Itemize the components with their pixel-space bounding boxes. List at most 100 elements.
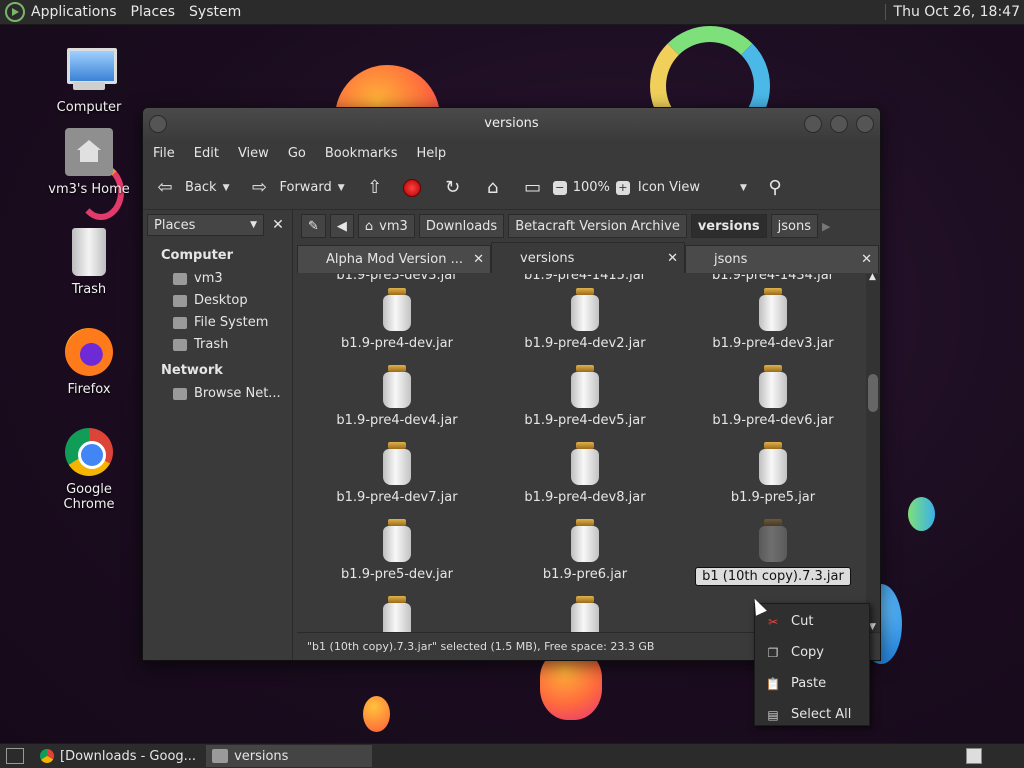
file-item[interactable]: b1.9-pre5.jar — [683, 442, 863, 505]
path-segment-versions[interactable]: versions — [690, 214, 767, 238]
search-icon[interactable]: ⚲ — [763, 176, 787, 200]
file-item[interactable]: b1.9-pre5-dev.jar — [307, 519, 487, 582]
sidebar-item-label: File System — [194, 315, 269, 330]
file-item[interactable]: b1.9-pre4-dev5.jar — [495, 365, 675, 428]
forward-button[interactable]: ⇨ Forward ▼ — [247, 176, 352, 200]
context-cut[interactable]: ✂ Cut — [755, 606, 869, 637]
file-item[interactable]: b1.9-pre4-1434.jar — [683, 274, 863, 283]
file-name: b1.9-pre6.jar — [542, 567, 628, 582]
window-titlebar[interactable]: versions — [143, 108, 880, 140]
path-forward-arrow-icon[interactable]: ▶ — [822, 220, 830, 233]
file-icon-view[interactable]: b1.9-pre3-dev3.jar b1.9-pre4-1415.jar b1.9… — [297, 274, 866, 632]
sidebar-selector[interactable]: Places ▼ — [147, 214, 264, 236]
show-desktop-icon[interactable] — [6, 748, 24, 764]
path-segment-downloads[interactable]: Downloads — [418, 214, 505, 238]
task-downloads-chrome[interactable]: [Downloads - Goog... — [34, 745, 202, 767]
path-segment-jsons[interactable]: jsons — [770, 214, 819, 238]
tab-jsons[interactable]: jsons ✕ — [685, 245, 879, 273]
close-icon[interactable]: ✕ — [473, 252, 484, 267]
workspace-switcher[interactable] — [966, 748, 982, 764]
scrollbar[interactable]: ▲ ▼ — [866, 272, 880, 632]
sidebar-item-trash[interactable]: Trash — [143, 333, 292, 355]
context-copy[interactable]: ❐ Copy — [755, 637, 869, 668]
sidebar-item-vm3[interactable]: vm3 — [143, 267, 292, 289]
menu-edit[interactable]: Edit — [194, 146, 219, 161]
view-mode-select[interactable]: Icon View — [638, 180, 700, 195]
file-item[interactable]: b1.9-pre4-dev8.jar — [495, 442, 675, 505]
path-segment-vm3[interactable]: ⌂ vm3 — [357, 214, 415, 238]
menu-help[interactable]: Help — [416, 146, 446, 161]
desktop-icon-computer[interactable]: Computer — [39, 46, 139, 115]
distro-logo-icon[interactable] — [5, 2, 25, 22]
jar-file-icon — [382, 365, 412, 409]
reload-icon[interactable]: ↻ — [441, 176, 465, 200]
tab-alpha-mod[interactable]: Alpha Mod Version ... ✕ — [297, 245, 491, 273]
sidebar-item-desktop[interactable]: Desktop — [143, 289, 292, 311]
home-icon[interactable]: ⌂ — [481, 176, 505, 200]
file-item[interactable]: b1 (10th copy).7.3.jar — [683, 519, 863, 586]
jar-file-icon — [570, 519, 600, 563]
file-item[interactable]: b1.9-pre4-dev2.jar — [495, 288, 675, 351]
path-back-arrow-icon[interactable]: ◀ — [329, 214, 354, 238]
menu-bookmarks[interactable]: Bookmarks — [325, 146, 398, 161]
file-item[interactable]: b1.9-pre4-dev7.jar — [307, 442, 487, 505]
file-item[interactable]: b1.9-pre4-1415.jar — [495, 274, 675, 283]
file-item[interactable]: b1.9-pre4-dev6.jar — [683, 365, 863, 428]
desktop-icon-chrome[interactable]: Google Chrome — [39, 428, 139, 512]
scroll-up-icon[interactable]: ▲ — [869, 272, 876, 282]
window-menu-button[interactable] — [149, 115, 167, 133]
jar-file-icon — [758, 365, 788, 409]
stop-icon[interactable] — [402, 178, 421, 197]
desktop-icon-trash[interactable]: Trash — [39, 228, 139, 297]
task-versions[interactable]: versions — [206, 745, 373, 767]
scrollbar-thumb[interactable] — [868, 374, 878, 412]
menu-view[interactable]: View — [238, 146, 269, 161]
file-item[interactable]: b1.9-pre4-dev.jar — [307, 288, 487, 351]
computer-toolbar-icon[interactable]: ▭ — [521, 176, 545, 200]
sidebar-item-file-system[interactable]: File System — [143, 311, 292, 333]
chrome-icon — [65, 428, 113, 476]
up-arrow-icon[interactable]: ⇧ — [363, 176, 387, 200]
places-menu[interactable]: Places — [131, 4, 176, 20]
path-segment-betacraft[interactable]: Betacraft Version Archive — [508, 214, 687, 238]
jar-file-icon — [570, 596, 600, 632]
menu-go[interactable]: Go — [288, 146, 306, 161]
main-area: Places ▼ ✕ Computer vm3 Desktop File Sys… — [143, 210, 880, 660]
menu-file[interactable]: File — [153, 146, 175, 161]
file-item[interactable]: b1.9-pre4-dev3.jar — [683, 288, 863, 351]
forward-dropdown-icon[interactable]: ▼ — [338, 183, 345, 193]
jar-file-icon — [758, 519, 788, 563]
back-button[interactable]: ⇦ Back ▼ — [153, 176, 237, 200]
sidebar-item-browse-network[interactable]: Browse Net... — [143, 382, 292, 404]
file-name: b1.9-pre4-dev.jar — [341, 336, 453, 351]
sidebar-close-icon[interactable]: ✕ — [268, 217, 288, 233]
desktop-icon-label: Computer — [56, 100, 122, 115]
file-item[interactable]: b1.9-pre3-dev3.jar — [307, 274, 487, 283]
chrome-icon — [40, 749, 54, 763]
close-icon[interactable]: ✕ — [861, 252, 872, 267]
context-paste[interactable]: 📋 Paste — [755, 668, 869, 699]
close-icon[interactable]: ✕ — [667, 251, 678, 266]
clock[interactable]: Thu Oct 26, 18:47 — [884, 4, 1020, 20]
back-dropdown-icon[interactable]: ▼ — [223, 183, 230, 193]
context-select-all[interactable]: ▤ Select All — [755, 699, 869, 730]
chevron-down-icon: ▼ — [250, 220, 257, 230]
close-window-button[interactable] — [856, 115, 874, 133]
select-all-icon: ▤ — [767, 707, 779, 722]
applications-menu[interactable]: Applications — [31, 4, 117, 20]
desktop-icon-firefox[interactable]: Firefox — [39, 328, 139, 397]
minimize-button[interactable] — [804, 115, 822, 133]
file-item[interactable]: b1.9-pre6.jar — [495, 519, 675, 582]
file-item[interactable]: b1.9-pre4-dev4.jar — [307, 365, 487, 428]
maximize-button[interactable] — [830, 115, 848, 133]
tab-versions[interactable]: versions ✕ — [491, 242, 685, 273]
jar-file-icon — [570, 288, 600, 332]
view-mode-dropdown-icon[interactable]: ▼ — [740, 183, 747, 193]
scroll-down-icon[interactable]: ▼ — [869, 622, 876, 632]
zoom-in-icon[interactable]: + — [615, 180, 630, 195]
zoom-out-icon[interactable]: − — [552, 180, 567, 195]
file-name: b1.9-pre3-dev3.jar — [336, 274, 458, 283]
system-menu[interactable]: System — [189, 4, 241, 20]
path-edit-icon[interactable]: ✎ — [301, 214, 326, 238]
desktop-icon-home[interactable]: vm3's Home — [39, 128, 139, 197]
